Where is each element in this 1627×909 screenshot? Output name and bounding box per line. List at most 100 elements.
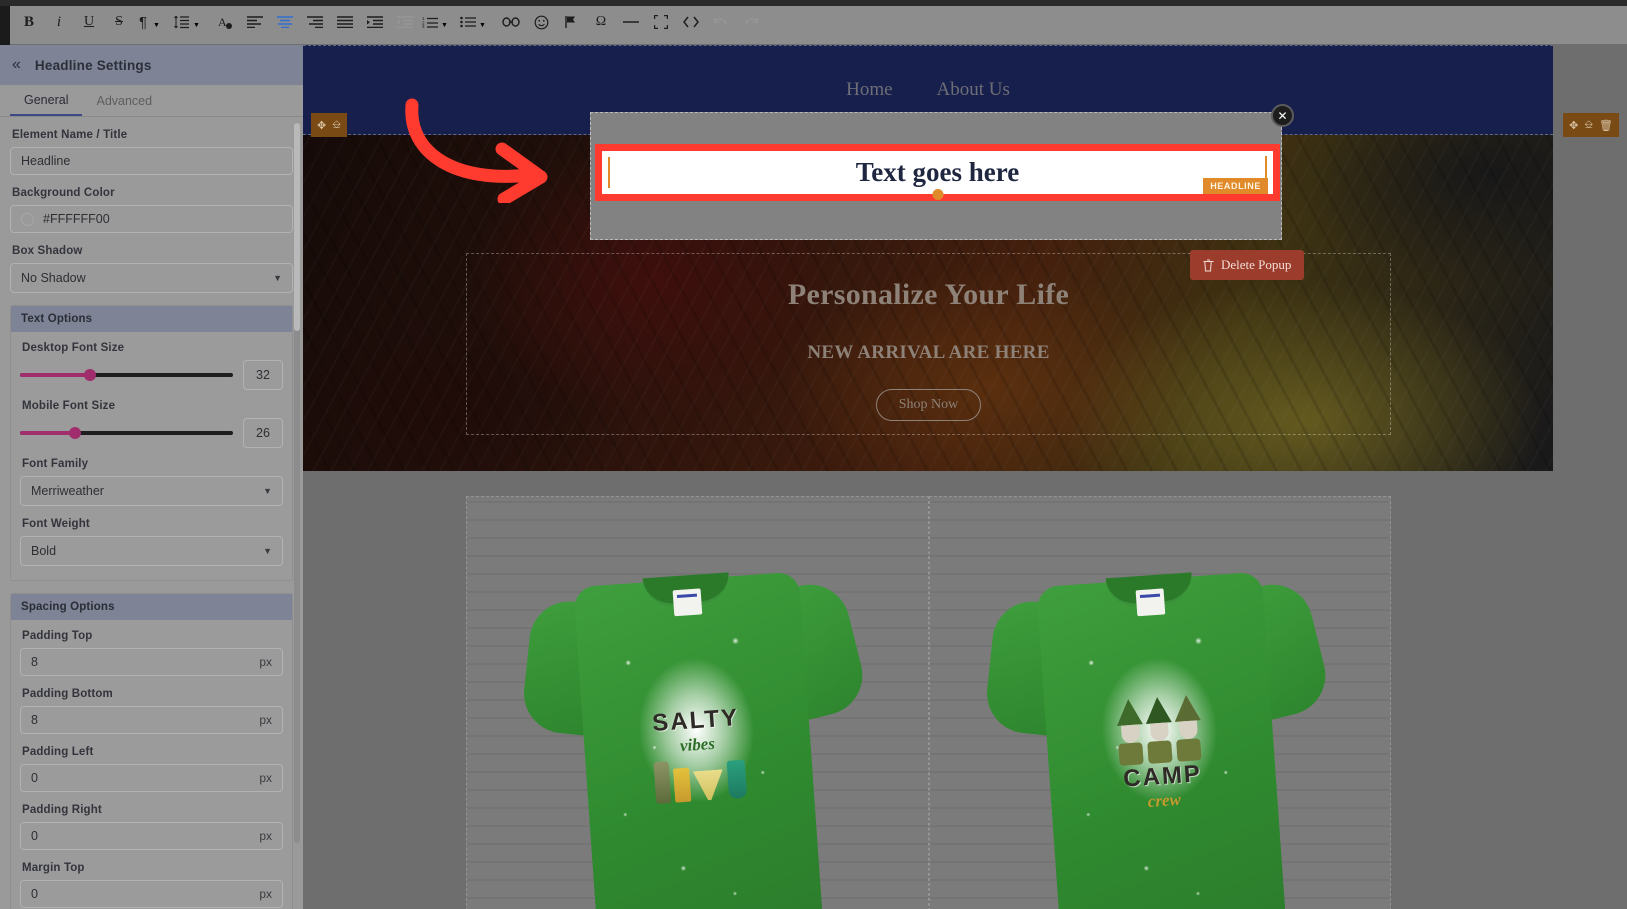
line-height-button[interactable]: ▼ <box>172 7 210 37</box>
strikethrough-button[interactable]: S <box>104 7 134 37</box>
slider-knob[interactable] <box>84 369 97 381</box>
hero-title: Personalize Your Life <box>787 278 1070 311</box>
artwork-title: SALTY <box>651 704 741 738</box>
delete-popup-button[interactable]: Delete Popup <box>1190 250 1305 280</box>
product-image-salty-vibes: SALTY vibes <box>467 497 928 909</box>
padding-right-input[interactable]: 0 px <box>20 822 283 850</box>
resize-handle[interactable] <box>932 189 943 200</box>
tab-advanced[interactable]: Advanced <box>82 85 166 116</box>
horizontal-rule-button[interactable] <box>616 7 646 37</box>
artwork-title: CAMP <box>1122 760 1203 793</box>
background-color-input[interactable]: #FFFFFF00 <box>10 205 293 233</box>
align-justify-button[interactable] <box>330 7 360 37</box>
outdent-button[interactable] <box>390 7 420 37</box>
emoticon-button[interactable] <box>526 7 556 37</box>
website-preview-canvas[interactable]: Home About Us Personalize Your Life NEW … <box>303 45 1627 909</box>
text-caret <box>608 157 610 188</box>
artwork-subtitle: crew <box>1146 789 1182 811</box>
ordered-list-button[interactable]: 123 ▼ <box>420 7 458 37</box>
slider-knob[interactable] <box>69 427 82 439</box>
duplicate-icon[interactable]: ⎒ <box>332 119 341 132</box>
product-grid: SALTY vibes CAMP crew <box>466 496 1391 909</box>
panel-scroll-area: Element Name / Title Headline Background… <box>0 117 303 909</box>
tab-general[interactable]: General <box>10 85 83 116</box>
bold-button[interactable]: B <box>14 7 44 37</box>
hero-subtitle: NEW ARRIVAL ARE HERE <box>807 342 1050 363</box>
product-card-salty-vibes[interactable]: SALTY vibes <box>466 496 929 909</box>
tshirt-graphic: CAMP crew <box>981 528 1338 909</box>
nav-item-home[interactable]: Home <box>846 79 892 101</box>
tshirt-graphic: SALTY vibes <box>519 528 876 909</box>
padding-bottom-input[interactable]: 8 px <box>20 706 283 734</box>
padding-left-label: Padding Left <box>22 746 94 758</box>
desktop-font-size-label: Desktop Font Size <box>22 342 125 354</box>
undo-button[interactable] <box>706 7 736 37</box>
scrollbar-thumb[interactable] <box>294 123 300 331</box>
box-shadow-value: No Shadow <box>21 271 86 285</box>
chevron-down-icon: ▼ <box>153 21 160 29</box>
padding-right-value: 0 <box>31 829 38 843</box>
headline-element-selected[interactable]: Text goes here HEADLINE <box>595 144 1280 201</box>
move-icon[interactable]: ✥ <box>317 119 326 132</box>
element-toolbar-right[interactable]: ✥ ⎒ 🗑 <box>1563 113 1619 137</box>
line-height-icon <box>172 7 192 37</box>
color-swatch-icon[interactable] <box>21 212 34 226</box>
headline-text[interactable]: Text goes here <box>856 157 1019 188</box>
padding-top-input[interactable]: 8 px <box>20 648 283 676</box>
align-center-button[interactable] <box>270 7 300 37</box>
margin-top-input[interactable]: 0 px <box>20 880 283 908</box>
code-view-button[interactable] <box>676 7 706 37</box>
unordered-list-icon <box>458 7 478 37</box>
padding-right-unit: px <box>259 829 272 843</box>
padding-left-input[interactable]: 0 px <box>20 764 283 792</box>
trash-icon[interactable]: 🗑 <box>1599 119 1613 132</box>
padding-top-label: Padding Top <box>22 630 93 642</box>
mobile-font-size-value[interactable]: 26 <box>243 418 283 448</box>
chevron-down-icon: ▼ <box>193 21 200 29</box>
margin-top-value: 0 <box>31 887 38 901</box>
panel-tabs: General Advanced <box>0 85 303 117</box>
redo-button[interactable] <box>736 7 766 37</box>
close-icon[interactable]: ✕ <box>1271 104 1294 127</box>
italic-button[interactable]: i <box>44 7 74 37</box>
background-color-label: Background Color <box>12 187 115 199</box>
hero-section: Home About Us Personalize Your Life NEW … <box>303 45 1553 471</box>
font-family-select[interactable]: Merriweather ▼ <box>20 476 283 506</box>
unordered-list-button[interactable]: ▼ <box>458 7 496 37</box>
spacing-options-section: Spacing Options Padding Top 8 px Padding… <box>10 593 293 909</box>
desktop-font-size-value[interactable]: 32 <box>243 360 283 390</box>
collapse-panel-icon[interactable]: « <box>12 57 21 73</box>
align-right-button[interactable] <box>300 7 330 37</box>
mobile-font-size-slider[interactable] <box>20 423 233 443</box>
special-character-button[interactable]: Ω <box>586 7 616 37</box>
status-badge: HEADLINE <box>1203 178 1268 194</box>
nav-item-about-us[interactable]: About Us <box>937 79 1010 101</box>
duplicate-icon[interactable]: ⎒ <box>1584 119 1593 132</box>
shop-now-button[interactable]: Shop Now <box>875 389 982 421</box>
panel-header: « Headline Settings <box>0 45 303 85</box>
slider-fill <box>20 431 76 435</box>
box-shadow-select[interactable]: No Shadow ▼ <box>10 263 293 293</box>
chevron-down-icon: ▼ <box>479 21 486 29</box>
panel-scrollbar[interactable] <box>294 123 300 843</box>
tequila-bottle-icon <box>653 761 672 805</box>
mobile-font-size-label: Mobile Font Size <box>22 400 116 412</box>
indent-button[interactable] <box>360 7 390 37</box>
paragraph-format-button[interactable]: ¶ ▼ <box>134 7 172 37</box>
move-icon[interactable]: ✥ <box>1569 119 1578 132</box>
paragraph-icon: ¶ <box>138 13 148 31</box>
insert-link-button[interactable] <box>496 7 526 37</box>
underline-button[interactable]: U <box>74 7 104 37</box>
text-color-button[interactable]: A <box>210 7 240 37</box>
font-weight-select[interactable]: Bold ▼ <box>20 536 283 566</box>
flag-button[interactable] <box>556 7 586 37</box>
element-name-input[interactable]: Headline <box>10 147 293 175</box>
fullscreen-button[interactable] <box>646 7 676 37</box>
desktop-font-size-slider[interactable] <box>20 365 233 385</box>
headline-settings-panel[interactable]: « Headline Settings General Advanced Ele… <box>0 45 303 909</box>
padding-left-unit: px <box>259 771 272 785</box>
product-card-camp-crew[interactable]: CAMP crew <box>928 496 1391 909</box>
element-toolbar-left[interactable]: ✥ ⎒ <box>311 113 347 137</box>
hero-content-block[interactable]: Personalize Your Life NEW ARRIVAL ARE HE… <box>466 253 1391 435</box>
align-left-button[interactable] <box>240 7 270 37</box>
